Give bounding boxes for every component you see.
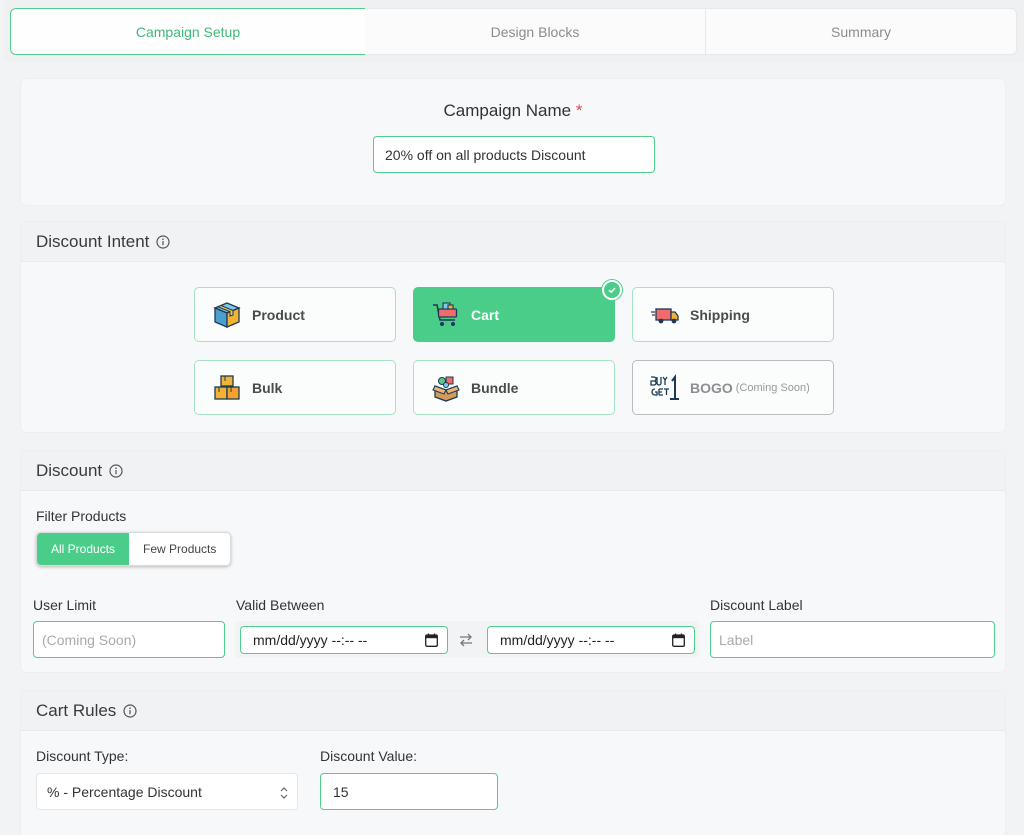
intent-option-label: BOGO <box>690 379 733 396</box>
start-date-input[interactable]: mm/dd/yyyy --:-- -- <box>240 626 448 654</box>
discount-value-label: Discount Value: <box>320 748 418 764</box>
user-limit-input[interactable]: (Coming Soon) <box>33 621 225 658</box>
valid-between-range: mm/dd/yyyy --:-- -- mm/dd/yyyy --:-- -- <box>235 621 699 658</box>
required-mark: * <box>575 101 583 120</box>
discount-type-label: Discount Type: <box>36 748 129 764</box>
filter-few-products-button[interactable]: Few Products <box>129 533 231 565</box>
valid-between-label: Valid Between <box>236 597 325 613</box>
campaign-name-panel: Campaign Name * 20% off on all products … <box>20 78 1006 206</box>
end-date-input[interactable]: mm/dd/yyyy --:-- -- <box>487 626 695 654</box>
filter-all-products-button[interactable]: All Products <box>37 533 130 565</box>
filter-products-toggle: All Products Few Products <box>36 532 232 566</box>
discount-label-label: Discount Label <box>710 597 803 613</box>
intent-option-cart[interactable]: Cart <box>413 280 622 342</box>
discount-label-input[interactable]: Label <box>710 621 995 658</box>
stacked-boxes-icon <box>211 372 243 404</box>
end-date-value: mm/dd/yyyy --:-- -- <box>500 632 615 648</box>
intent-option-bogo[interactable]: BOGO (Coming Soon) <box>632 360 834 415</box>
campaign-name-label-text: Campaign Name <box>443 101 572 120</box>
swap-arrows-icon <box>458 632 474 648</box>
step-tabs: Campaign Setup Design Blocks Summary <box>4 0 1024 62</box>
discount-type-select[interactable]: % - Percentage Discount <box>36 773 298 810</box>
check-icon <box>602 280 622 300</box>
coming-soon-note: (Coming Soon) <box>735 381 810 394</box>
discount-intent-title: Discount Intent <box>36 231 150 251</box>
intent-option-shipping[interactable]: Shipping <box>632 287 834 342</box>
buy-get-one-icon <box>649 372 681 404</box>
campaign-name-label: Campaign Name * <box>21 101 1005 121</box>
intent-option-label: Bulk <box>252 379 283 396</box>
calendar-icon[interactable] <box>672 633 685 647</box>
discount-type-value: % - Percentage Discount <box>47 783 202 800</box>
intent-option-label: Shipping <box>690 306 750 323</box>
tab-summary[interactable]: Summary <box>705 8 1017 55</box>
delivery-truck-icon <box>649 299 681 331</box>
bundle-box-icon <box>430 372 462 404</box>
intent-option-bulk[interactable]: Bulk <box>194 360 396 415</box>
cart-rules-title: Cart Rules <box>36 700 117 720</box>
user-limit-label: User Limit <box>33 597 97 613</box>
shopping-cart-icon <box>430 299 462 331</box>
calendar-icon[interactable] <box>425 633 438 647</box>
intent-option-product[interactable]: Product <box>194 287 396 342</box>
info-icon[interactable] <box>156 234 171 249</box>
info-icon[interactable] <box>123 703 137 718</box>
discount-title: Discount <box>36 460 103 480</box>
discount-intent-header: Discount Intent <box>21 222 1005 262</box>
box-icon <box>211 299 243 331</box>
discount-value-input[interactable]: 15 <box>320 773 498 810</box>
discount-header: Discount <box>21 451 1005 491</box>
cart-rules-header: Cart Rules <box>21 691 1005 731</box>
chevron-up-down-icon <box>279 786 289 800</box>
discount-panel: Discount Filter Products All Products Fe… <box>20 450 1006 673</box>
tab-campaign-setup[interactable]: Campaign Setup <box>10 8 366 55</box>
intent-option-label: Cart <box>471 306 500 323</box>
intent-option-label: Bundle <box>471 379 519 396</box>
discount-intent-panel: Discount Intent Product Cart Shipping Bu… <box>20 221 1006 433</box>
intent-option-bundle[interactable]: Bundle <box>413 360 615 415</box>
start-date-value: mm/dd/yyyy --:-- -- <box>253 632 368 648</box>
cart-rules-panel: Cart Rules Discount Type: % - Percentage… <box>20 690 1006 835</box>
filter-products-label: Filter Products <box>36 508 127 524</box>
tab-design-blocks[interactable]: Design Blocks <box>365 8 706 55</box>
intent-option-label: Product <box>252 306 305 323</box>
info-icon[interactable] <box>109 463 123 478</box>
campaign-name-input[interactable]: 20% off on all products Discount <box>373 136 655 173</box>
